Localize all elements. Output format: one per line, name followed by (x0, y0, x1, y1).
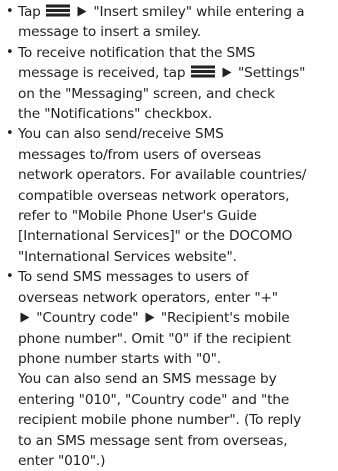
bullet-dot: • (6, 44, 14, 60)
text-line: phone number". Omit "0" if the recipient (18, 329, 332, 349)
text-line: to an SMS message sent from overseas, (18, 431, 332, 451)
bullet-dot: • (6, 269, 14, 285)
bullet-item: • You can also send/receive SMS messages t… (5, 124, 332, 267)
text-segment: message is received, tap (18, 65, 190, 82)
text-line: You can also send an SMS message by (18, 369, 332, 389)
text-line: entering "010", "Country code" and "the (18, 390, 332, 410)
text-segment: To send SMS messages to users of (18, 269, 249, 286)
text-segment: "Country code" (32, 310, 143, 327)
bullet-item: • To receive notification that the SMS mes… (5, 43, 332, 125)
text-line: overseas network operators, enter "+" (18, 288, 332, 308)
text-segment: "Recipient's mobile (156, 310, 290, 327)
text-segment: phone number". Omit "0" if the recipient (18, 330, 291, 347)
bullet-dot: • (6, 126, 14, 142)
text-line: network operators. For available countri… (18, 165, 332, 185)
text-segment: "Insert smiley" while entering a (89, 4, 305, 20)
text-line: recipient mobile phone number". (To repl… (18, 410, 332, 430)
text-segment (216, 65, 220, 81)
text-line: You can also send/receive SMS (18, 124, 332, 144)
right-triangle-arrow-icon (77, 6, 87, 17)
text-line: "Country code" "Recipient's mobile (18, 308, 332, 328)
text-segment: You can also send/receive SMS (18, 126, 224, 143)
text-segment: message to insert a smiley. (18, 24, 202, 41)
menu-key-icon (190, 65, 215, 78)
text-segment: entering "010", "Country code" and "the (18, 391, 290, 408)
menu-key-icon (45, 4, 70, 17)
text-line: on the "Messaging" screen, and check (18, 84, 332, 104)
right-triangle-arrow-icon (20, 312, 30, 323)
text-segment: phone number starts with "0". (18, 350, 222, 367)
text-segment: network operators. For available countri… (18, 167, 307, 184)
document-page: • Tap "Insert smiley" while entering a mes… (0, 0, 338, 469)
right-triangle-arrow-icon (222, 67, 232, 78)
text-line: Tap "Insert smiley" while entering a (18, 2, 332, 22)
text-segment: to an SMS message sent from overseas, (18, 432, 288, 449)
text-segment: refer to "Mobile Phone User's Guide (18, 208, 257, 225)
text-line: To receive notification that the SMS (18, 43, 332, 63)
text-line: the "Notifications" checkbox. (18, 104, 332, 124)
text-segment: Tap (18, 4, 45, 20)
text-line: compatible overseas network operators, (18, 186, 332, 206)
text-segment: [International Services]" or the DOCOMO (18, 228, 293, 245)
text-segment: You can also send an SMS message by (18, 371, 277, 388)
text-segment: compatible overseas network operators, (18, 187, 290, 204)
text-line: message is received, tap "Settings" (18, 63, 332, 83)
bullet-dot: • (6, 4, 14, 19)
bullet-item: • To send SMS messages to users of oversea… (5, 267, 332, 471)
text-line: refer to "Mobile Phone User's Guide (18, 206, 332, 226)
text-segment: the "Notifications" checkbox. (18, 106, 213, 123)
text-segment (71, 4, 75, 20)
text-line: [International Services]" or the DOCOMO (18, 226, 332, 246)
text-segment: "International Services website". (18, 248, 237, 265)
text-segment: overseas network operators, enter "+" (18, 289, 278, 306)
text-line: message to insert a smiley. (18, 22, 332, 42)
text-segment: "Settings" (233, 65, 306, 82)
right-triangle-arrow-icon (145, 312, 155, 323)
text-line: To send SMS messages to users of (18, 267, 332, 287)
text-segment: To receive notification that the SMS (18, 44, 256, 61)
text-segment: recipient mobile phone number". (To repl… (18, 412, 302, 429)
text-line: messages to/from users of overseas (18, 145, 332, 165)
text-segment: messages to/from users of overseas (18, 146, 261, 163)
text-segment: on the "Messaging" screen, and check (18, 85, 275, 102)
text-line: "International Services website". (18, 247, 332, 267)
text-line: phone number starts with "0". (18, 349, 332, 369)
bullet-list: • Tap "Insert smiley" while entering a mes… (5, 2, 332, 471)
bullet-item: • Tap "Insert smiley" while entering a mes… (5, 2, 332, 43)
